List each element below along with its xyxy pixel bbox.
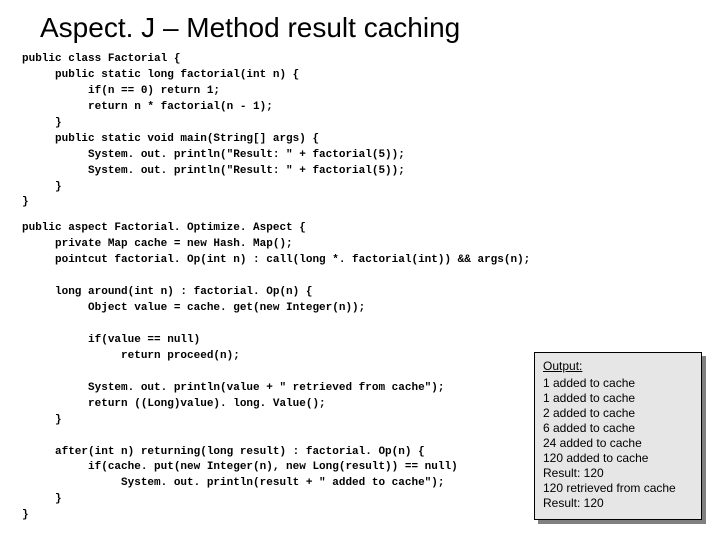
output-line: Result: 120 xyxy=(543,496,693,511)
slide-title: Aspect. J – Method result caching xyxy=(0,0,720,52)
output-line: 1 added to cache xyxy=(543,391,693,406)
output-line: 24 added to cache xyxy=(543,436,693,451)
output-title: Output: xyxy=(543,359,693,374)
output-line: 120 added to cache xyxy=(543,451,693,466)
output-line: 1 added to cache xyxy=(543,376,693,391)
code-block-class: public class Factorial { public static l… xyxy=(0,52,720,211)
slide: Aspect. J – Method result caching public… xyxy=(0,0,720,540)
output-line: Result: 120 xyxy=(543,466,693,481)
output-line: 120 retrieved from cache xyxy=(543,481,693,496)
output-line: 6 added to cache xyxy=(543,421,693,436)
output-box: Output: 1 added to cache 1 added to cach… xyxy=(534,352,702,520)
output-line: 2 added to cache xyxy=(543,406,693,421)
